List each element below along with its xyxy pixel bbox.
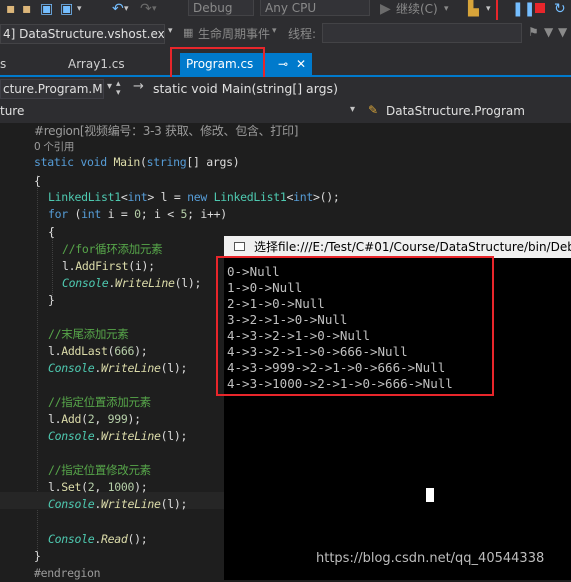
continue-label[interactable]: 继续(C) — [396, 0, 438, 18]
lifecycle-label[interactable]: 生命周期事件 — [198, 25, 270, 42]
debug-toolbar: ▪ ▪ ▣ ▣ ▾ ↶ ▾ ↷ ▾ Debug Any CPU ▶ 继续(C) … — [0, 0, 571, 20]
close-icon[interactable]: ✕ — [296, 53, 306, 75]
code-line-writeline-1: Console.WriteLine(l); — [62, 276, 202, 290]
code-line-brace-open: { — [34, 174, 41, 188]
filter-icon[interactable]: ▼ — [544, 25, 553, 39]
play-icon[interactable]: ▶ — [380, 0, 391, 18]
open-icon[interactable]: ▪ — [22, 0, 32, 18]
navigation-bar: cture.Program.M ▾ ▴ ▾ → static void Main(… — [0, 77, 571, 101]
platform-value: Any CPU — [265, 1, 317, 15]
watermark: https://blog.csdn.net/qq_40544338 — [316, 551, 545, 566]
comment-insert: //指定位置添加元素 — [48, 395, 151, 409]
toolbar-overflow-icon[interactable]: ▾ — [486, 0, 491, 18]
endregion-line: #endregion — [34, 566, 101, 580]
console-title-bar[interactable]: 选择file:///E:/Test/C#01/Course/DataStruct… — [224, 236, 571, 258]
redo-dropdown-icon[interactable]: ▾ — [152, 0, 157, 18]
console-cursor — [426, 488, 434, 502]
scope-left[interactable]: ture — [0, 104, 24, 118]
nav-stepper-icon[interactable]: ▴ ▾ — [116, 80, 121, 98]
code-line-read: Console.Read(); — [48, 532, 148, 546]
code-line-add: l.Add(2, 999); — [48, 412, 141, 426]
region-line: #region[视频编号：3-3 获取、修改、包含、打印] — [34, 124, 299, 138]
pin-icon[interactable]: ⊸ — [278, 53, 288, 75]
continue-dropdown-icon[interactable]: ▾ — [444, 0, 449, 18]
comment-for: //for循环添加元素 — [62, 242, 163, 256]
save-all-icon[interactable]: ▣ — [60, 0, 73, 18]
flame-icon[interactable]: ▙ — [468, 0, 479, 18]
class-dropdown-value: cture.Program.M — [3, 82, 103, 96]
config-value: Debug — [193, 1, 233, 15]
folder-icon[interactable]: ▪ — [6, 0, 16, 18]
scope-left-dropdown-icon[interactable]: ▾ — [350, 104, 355, 115]
lifecycle-icon[interactable]: ▦ — [183, 26, 193, 39]
code-line-new-list: LinkedList1<int> l = new LinkedList1<int… — [48, 190, 340, 204]
console-title: 选择file:///E:/Test/C#01/Course/DataStruct… — [254, 240, 571, 254]
code-line-for-open: { — [48, 225, 55, 239]
comment-set: //指定位置修改元素 — [48, 463, 151, 477]
code-line-for: for (int i = 0; i < 5; i++) — [48, 207, 227, 221]
thread-label: 线程: — [288, 27, 317, 41]
tab-array1[interactable]: Array1.cs — [62, 53, 172, 75]
filter-toggle-icon[interactable]: ▼ — [558, 25, 567, 39]
code-line-addfirst: l.AddFirst(i); — [62, 259, 155, 273]
class-dropdown[interactable]: cture.Program.M — [0, 79, 104, 99]
comment-tail: //末尾添加元素 — [48, 327, 129, 341]
tab-array1-label: Array1.cs — [68, 57, 125, 71]
undo-dropdown-icon[interactable]: ▾ — [124, 0, 129, 18]
code-line-addlast: l.AddLast(666); — [48, 344, 148, 358]
code-line-set: l.Set(2, 1000); — [48, 480, 148, 494]
class-dropdown-arrow-icon[interactable]: ▾ — [107, 81, 112, 92]
process-dropdown-value: 4] DataStructure.vshost.exe — [3, 27, 165, 41]
code-line-for-close: } — [48, 293, 55, 307]
save-icon[interactable]: ▣ — [40, 0, 53, 18]
scope-bar: ture ▾ ✎ DataStructure.Program — [0, 101, 571, 123]
thread-dropdown[interactable] — [322, 23, 522, 43]
undo-icon[interactable]: ↶ — [112, 0, 124, 18]
code-line-writeline-3: Console.WriteLine(l); — [48, 429, 188, 443]
code-line-main: static void Main(string[] args) — [34, 155, 240, 169]
scope-right[interactable]: DataStructure.Program — [386, 104, 525, 118]
method-arrow-icon: → — [133, 79, 144, 94]
redo-icon[interactable]: ↷ — [140, 0, 152, 18]
console-app-icon — [234, 242, 245, 251]
platform-dropdown[interactable]: Any CPU — [260, 0, 370, 16]
class-icon: ✎ — [368, 103, 379, 117]
process-dropdown-arrow-icon[interactable]: ▾ — [168, 26, 173, 36]
lifecycle-dropdown-icon[interactable]: ▾ — [272, 26, 277, 36]
code-line-writeline-2: Console.WriteLine(l); — [48, 361, 188, 375]
flag-icon[interactable]: ⚑ — [528, 25, 539, 39]
tab-partial[interactable]: s — [0, 53, 20, 75]
process-dropdown[interactable]: 4] DataStructure.vshost.exe — [0, 24, 165, 44]
code-line-brace-close: } — [34, 549, 41, 563]
code-line-writeline-4: Console.WriteLine(l); — [48, 497, 188, 511]
dropdown-arrow-icon[interactable]: ▾ — [77, 0, 82, 18]
document-tabs: s Array1.cs Program.cs ⊸ ✕ — [0, 47, 571, 77]
config-dropdown[interactable]: Debug — [188, 0, 254, 16]
process-bar: 4] DataStructure.vshost.exe ▾ ▦ 生命周期事件 ▾… — [0, 20, 571, 47]
console-output-highlight — [216, 256, 494, 396]
tab-partial-label: s — [0, 57, 7, 71]
method-box[interactable]: static void Main(string[] args) — [153, 81, 338, 96]
